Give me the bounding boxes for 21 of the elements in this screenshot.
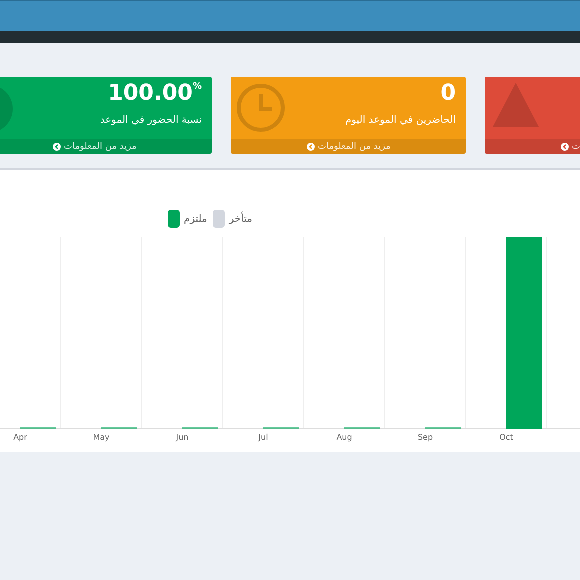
stat-label: نسبة الحضور في الموعد [100,115,202,126]
warning-icon [491,81,541,129]
clock-icon [235,82,287,134]
arrow-circle-icon [53,142,61,150]
legend-label: ملتزم [184,214,208,224]
axis-label: Jul [258,433,268,442]
axis-label: May [93,433,110,442]
axis-label: Aug [336,433,352,442]
legend-label: متأخر [229,214,253,224]
arrow-circle-icon [307,142,315,150]
axis-label: Apr [14,433,28,442]
stat-value: 0 [440,83,456,105]
more-info-link[interactable]: مزيد من المعلومات [0,139,212,154]
arrow-circle-icon [561,142,569,150]
stat-value: 100.00% [108,83,202,105]
more-info-link[interactable]: مزيد من المعلومات [231,139,466,154]
stat-label: الحاضرين في الموعد اليوم [345,115,456,126]
axis-label: Sep [418,433,434,442]
more-info-link[interactable]: ت [485,139,580,154]
axis-label: Oct [500,433,514,442]
axis-label: Jun [176,433,189,442]
